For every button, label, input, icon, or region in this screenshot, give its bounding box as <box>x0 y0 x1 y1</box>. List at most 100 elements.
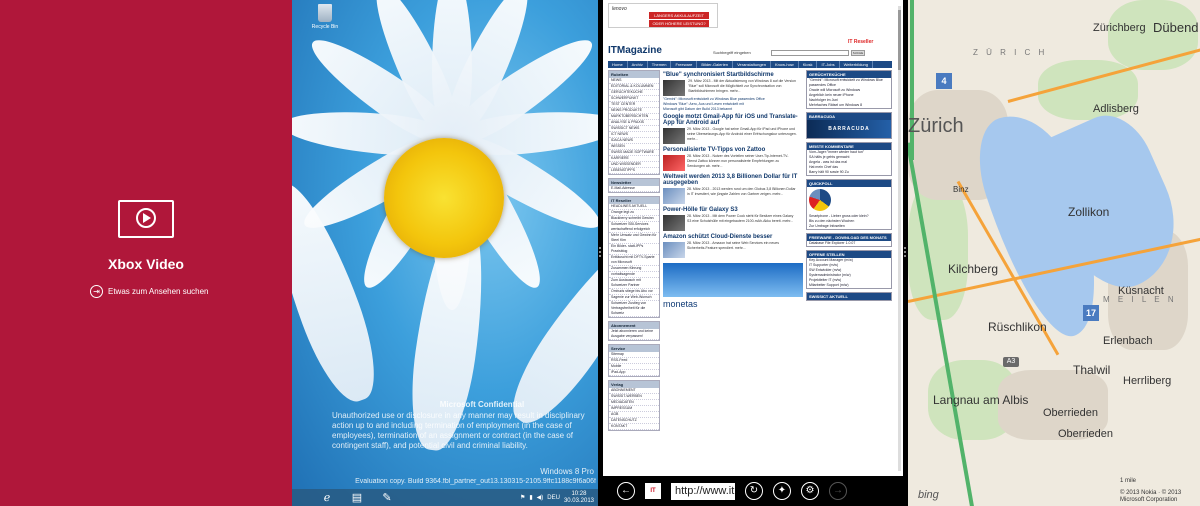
browse-content-link[interactable]: ⇥ Etwas zum Ansehen suchen <box>90 285 209 298</box>
headline-image[interactable] <box>663 80 685 96</box>
site-search-button[interactable]: SUCHE <box>851 50 865 56</box>
sidebar-link[interactable]: Schweizer SBI-Services wertschaffend erf… <box>609 222 659 233</box>
nav-item[interactable]: Themen <box>648 61 672 68</box>
flag-icon[interactable]: ⚑ <box>520 494 525 501</box>
widget-title: QUICKPOLL <box>807 180 891 187</box>
back-button[interactable]: ← <box>617 482 635 500</box>
article-thumbnail[interactable] <box>663 242 685 258</box>
explorer-icon[interactable]: ▤ <box>344 489 370 506</box>
map-pane[interactable]: Zürichberg Dübend Zürich Z Ü R I C H Adl… <box>908 0 1200 506</box>
pin-button[interactable]: ✦ <box>773 482 791 500</box>
sidebar-link[interactable]: Mehr Umsatz und Gewinn für Steel Kim <box>609 233 659 244</box>
sidebar-box: Verlag ABONNEMENT SWISSIT-WERBEN MEDIADATEN… <box>608 380 660 431</box>
forward-button[interactable]: → <box>829 482 847 500</box>
headline[interactable]: "Blue" synchronisiert Startbildschirme <box>663 72 803 78</box>
browser-pane[interactable]: lenovo LÄNGERS AKKULAUFZEIT ODER HÖHERE … <box>603 0 903 506</box>
article-teaser: 28. März 2013 - Mit dem Power Cook steht… <box>687 214 794 223</box>
widget-link[interactable]: Mitarbeiter Support (m/w) <box>807 283 891 288</box>
tools-button[interactable]: ⚙ <box>801 482 819 500</box>
sidebar-link[interactable]: Schweizer Zustieg von Vertragsfreiheit f… <box>609 301 659 317</box>
web-page[interactable]: lenovo LÄNGERS AKKULAUFZEIT ODER HÖHERE … <box>603 0 903 476</box>
windows8-snap-view: Xbox Video ⇥ Etwas zum Ansehen suchen Re… <box>0 0 1200 506</box>
map-label: Z Ü R I C H <box>973 48 1048 57</box>
widget-box: BARRACUDA BARRACUDA <box>806 112 892 139</box>
sidebar-link[interactable]: Zum Austausch mit Schweizer Partner <box>609 278 659 289</box>
scrollbar[interactable] <box>898 6 901 471</box>
nav-item[interactable]: Veranstaltungen <box>733 61 771 68</box>
nav-item[interactable]: Weiterbildung <box>840 61 873 68</box>
sidebar-link[interactable]: Jetzt abonnieren und keine Ausgabe verpa… <box>609 329 659 340</box>
banner-ad-right[interactable] <box>810 3 900 33</box>
desktop-pane[interactable]: Recycle Bin Microsoft Confidential Unaut… <box>292 0 598 506</box>
article-thumbnail[interactable] <box>663 215 685 231</box>
nav-item[interactable]: Kiosk <box>799 61 818 68</box>
site-logo[interactable]: ITMagazine <box>608 45 662 56</box>
xbox-video-pane[interactable]: Xbox Video ⇥ Etwas zum Ansehen suchen <box>0 0 292 506</box>
widget-link[interactable]: Barry hält 90 sowie 90 Zu <box>807 170 891 175</box>
article-title[interactable]: Amazon schützt Cloud-Dienste besser <box>663 234 803 240</box>
article: Power-Hölle für Galaxy S3 28. März 2013 -… <box>663 207 803 232</box>
left-sidebar: Rubriken NEWS EDITORIAL & KOLUMNEN GERÜCHTE… <box>608 70 660 480</box>
article-title[interactable]: Personalisierte TV-Tipps von Zattoo <box>663 147 803 153</box>
nav-item[interactable]: Freeware <box>671 61 698 68</box>
sidebar-link[interactable]: iPad-App <box>609 370 659 376</box>
widget-link[interactable]: Zur Umfrage Infoseiten <box>807 224 891 229</box>
ie-icon[interactable]: ℯ <box>314 489 340 506</box>
article-list: Google motzt Gmail-App für iOS und Trans… <box>663 114 803 259</box>
poll-pie-chart <box>809 189 831 211</box>
ad-brand: lenovo <box>612 6 627 12</box>
barracuda-ad[interactable]: BARRACUDA <box>807 120 891 138</box>
article-thumbnail[interactable] <box>663 155 685 171</box>
paint-icon[interactable]: ✎ <box>374 489 400 506</box>
article-title[interactable]: Power-Hölle für Galaxy S3 <box>663 207 803 213</box>
nav-item[interactable]: Home <box>608 61 628 68</box>
address-bar[interactable]: http://www.it <box>671 482 735 500</box>
sidebar-link[interactable]: Ein Bilder- statt-IPPs Praxisblog <box>609 244 659 255</box>
map-label: Oberrieden <box>1043 407 1099 419</box>
volume-icon[interactable]: ◀) <box>537 494 544 501</box>
refresh-button[interactable]: ↻ <box>745 482 763 500</box>
widget-link[interactable]: "Gemini": Microsoft entwickelt zu Window… <box>807 78 891 88</box>
sidebar-box: IT Reseller HEADLINES AKTUELL Orange legt … <box>608 196 660 318</box>
map-label: Rüschlikon <box>988 320 1047 334</box>
widget-box: GERÜCHTEKÜCHE "Gemini": Microsoft entwick… <box>806 70 892 109</box>
network-icon[interactable]: ▮ <box>529 494 532 501</box>
sidebar-link[interactable]: LEBENSTIPPS <box>609 168 659 174</box>
related-link[interactable]: Microsoft gibt Datum der Build 2013 beka… <box>663 107 803 112</box>
sidebar-link[interactable]: KONTAKT <box>609 424 659 430</box>
sidebar-link[interactable]: Enttäuscht mit DFTV-Sparte von Microsoft <box>609 255 659 266</box>
monetas-ad[interactable]: monetas <box>663 299 803 309</box>
site-search-input[interactable] <box>771 50 849 56</box>
nav-item[interactable]: Know-how <box>771 61 799 68</box>
map-label: Erlenbach <box>1103 335 1153 347</box>
main-content: "Blue" synchronisiert Startbildschirme 2… <box>663 70 803 480</box>
clock[interactable]: 10:28 30.03.2013 <box>564 491 594 505</box>
map-label: Adlisberg <box>1093 103 1139 115</box>
widget-link[interactable]: Database File Explorer 1.0.07 <box>807 241 891 246</box>
widget-link[interactable]: Mehrfaches Rätsel um Windows 8 <box>807 103 891 108</box>
nav-item[interactable]: Bilder-Galerien <box>697 61 734 68</box>
sidebar-box-title: Abonnement <box>609 322 659 329</box>
map-pin[interactable]: 17 <box>1083 305 1099 321</box>
article-thumbnail[interactable] <box>663 128 685 144</box>
widget-box: OFFENE STELLEN Key Account Manager (m/w) I… <box>806 250 892 289</box>
lenovo-banner-ad[interactable]: lenovo LÄNGERS AKKULAUFZEIT ODER HÖHERE … <box>608 3 718 28</box>
map-label: Langnau am Albis <box>933 393 1029 407</box>
reseller-logo[interactable]: IT Reseller <box>848 39 873 45</box>
article-title[interactable]: Weltweit werden 2013 3,8 Billionen Dolla… <box>663 174 803 186</box>
map-label: Binz <box>953 185 969 194</box>
image-ad[interactable] <box>663 263 803 297</box>
nav-item[interactable]: IT-Jobs <box>817 61 840 68</box>
scrollbar-thumb[interactable] <box>898 10 901 70</box>
map-label: Thalwil <box>1073 363 1111 377</box>
language-indicator[interactable]: DEU <box>547 495 560 501</box>
recycle-bin[interactable]: Recycle Bin <box>310 4 340 30</box>
article-title[interactable]: Google motzt Gmail-App für iOS und Trans… <box>663 114 803 126</box>
clock-date: 30.03.2013 <box>563 497 594 504</box>
map-pin[interactable]: 4 <box>936 73 952 89</box>
recycle-bin-label: Recycle Bin <box>311 24 339 30</box>
sidebar-box-title: Service <box>609 345 659 352</box>
sidebar-link[interactable]: E-Mail-Adresse <box>609 186 659 192</box>
article-thumbnail[interactable] <box>663 188 685 204</box>
nav-item[interactable]: Archiv <box>628 61 648 68</box>
